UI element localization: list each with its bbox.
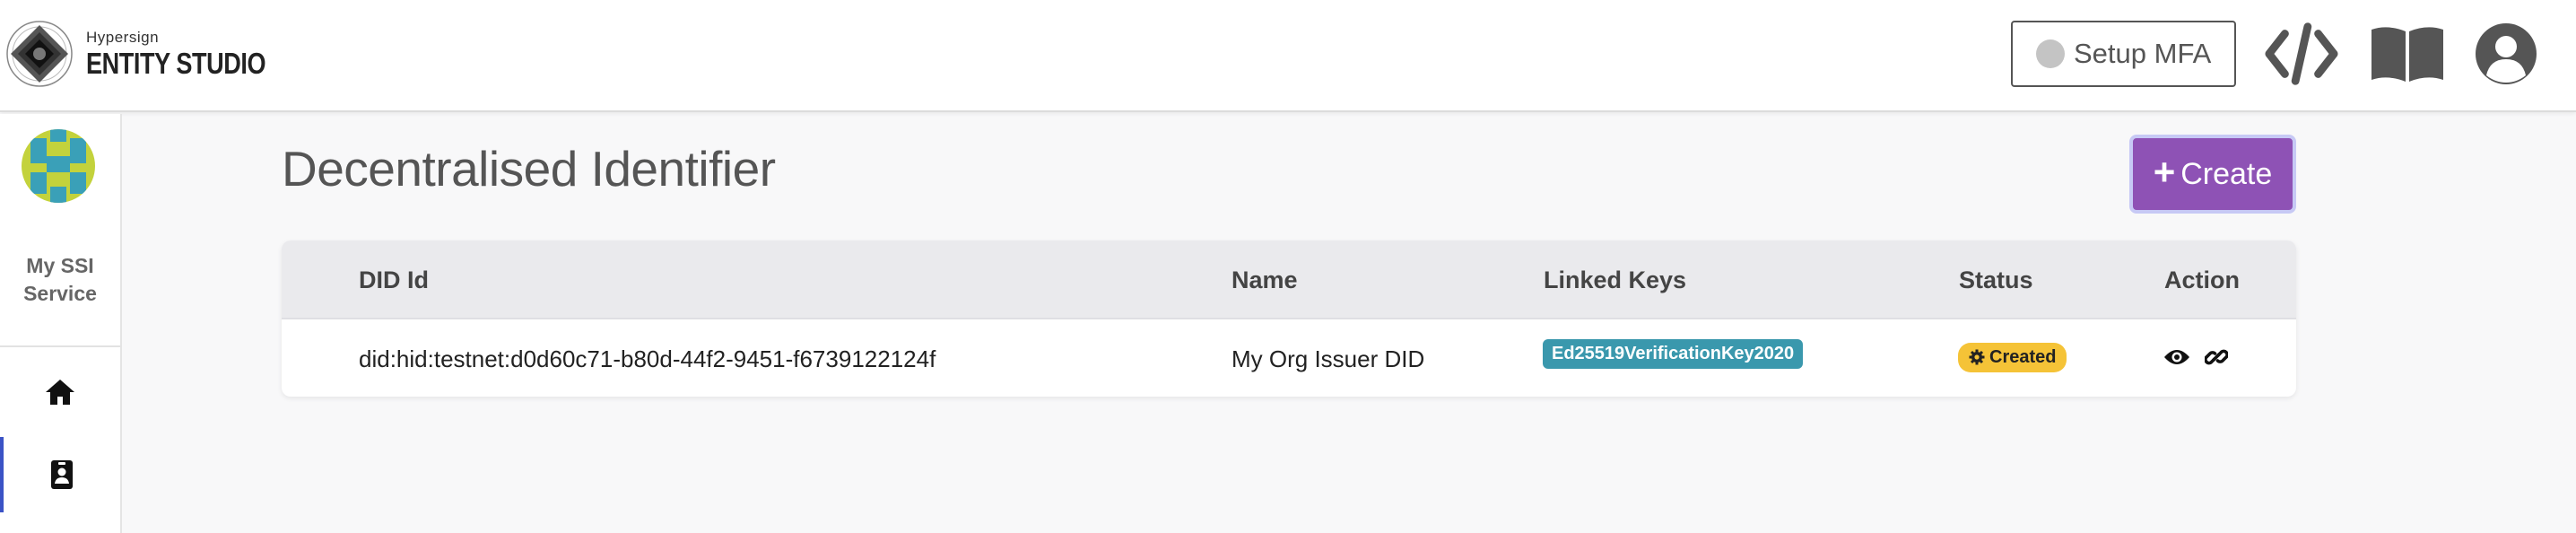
gear-icon bbox=[1969, 349, 1985, 365]
column-header-status[interactable]: Status bbox=[1959, 240, 2033, 319]
linked-key-badge: Ed25519VerificationKey2020 bbox=[1543, 338, 1804, 369]
create-button[interactable]: + Create bbox=[2129, 135, 2296, 214]
mfa-status-dot bbox=[2036, 39, 2065, 68]
brand-title: ENTITY STUDIO bbox=[86, 47, 266, 80]
org-name: My SSI Service bbox=[23, 254, 97, 305]
sidebar: My SSI Service bbox=[0, 114, 122, 533]
brand-subtitle: Hypersign bbox=[86, 29, 160, 46]
sidebar-item-did[interactable] bbox=[0, 437, 120, 512]
column-header-action: Action bbox=[2164, 266, 2240, 293]
hypersign-logo-icon bbox=[6, 21, 73, 87]
top-navbar: Hypersign ENTITY STUDIO Setup MFA bbox=[0, 0, 2576, 112]
status-cell: Created bbox=[1958, 319, 2067, 395]
setup-mfa-label: Setup MFA bbox=[2074, 38, 2212, 69]
eye-icon[interactable] bbox=[2162, 342, 2192, 372]
sidebar-item-home[interactable] bbox=[0, 354, 120, 430]
user-avatar-icon[interactable] bbox=[2468, 20, 2544, 88]
status-badge: Created bbox=[1958, 342, 2067, 372]
home-icon bbox=[46, 380, 74, 405]
table-row: did:hid:testnet:d0d60c71-b80d-44f2-9451-… bbox=[282, 321, 2296, 397]
setup-mfa-button[interactable]: Setup MFA bbox=[2011, 21, 2236, 87]
code-icon[interactable] bbox=[2264, 20, 2339, 88]
status-label: Created bbox=[1989, 346, 2057, 367]
linked-keys-cell: Ed25519VerificationKey2020 bbox=[1543, 316, 1804, 391]
plus-icon: + bbox=[2153, 151, 2176, 193]
did-table: DID Id Name Linked Keys Status Action di… bbox=[282, 240, 2296, 397]
column-header-linked-keys[interactable]: Linked Keys bbox=[1544, 240, 1686, 319]
column-header-name[interactable]: Name bbox=[1231, 240, 1298, 319]
column-header-did-id[interactable]: DID Id bbox=[359, 240, 429, 319]
did-id-cell[interactable]: did:hid:testnet:d0d60c71-b80d-44f2-9451-… bbox=[359, 321, 936, 397]
id-badge-icon bbox=[51, 460, 73, 489]
name-cell: My Org Issuer DID bbox=[1231, 345, 1425, 372]
page-title: Decentralised Identifier bbox=[282, 141, 776, 197]
org-avatar[interactable] bbox=[22, 129, 95, 203]
book-icon[interactable] bbox=[2370, 20, 2445, 88]
action-cell bbox=[2162, 319, 2241, 395]
brand[interactable]: Hypersign ENTITY STUDIO bbox=[5, 18, 305, 90]
create-button-label: Create bbox=[2180, 156, 2273, 191]
link-icon[interactable] bbox=[2201, 342, 2232, 372]
sidebar-divider bbox=[0, 345, 120, 347]
table-header: DID Id Name Linked Keys Status Action bbox=[282, 240, 2296, 319]
